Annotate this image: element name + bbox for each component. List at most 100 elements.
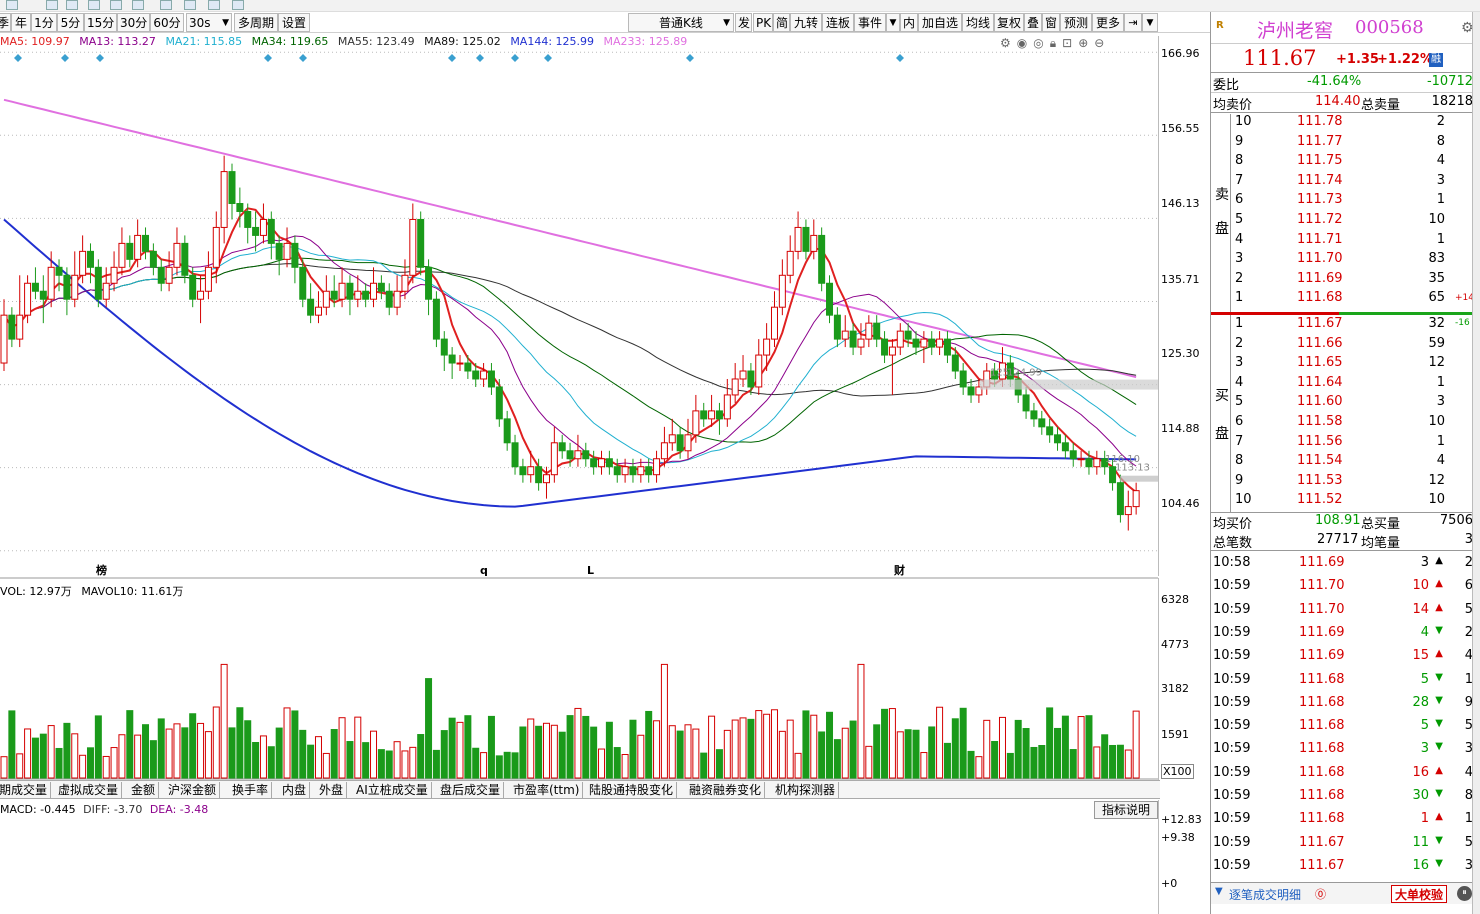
ask-level-row[interactable]: 8 111.75 4 (1233, 153, 1473, 172)
ask-level-row[interactable]: 2 111.69 35 (1233, 271, 1473, 290)
indicator-help-button[interactable]: 指标说明 (1094, 801, 1158, 819)
ask-level-row[interactable]: 9 111.77 8 (1233, 134, 1473, 153)
tb-60min[interactable]: 60分 (150, 13, 184, 32)
tb-jiuzhuan[interactable]: 九转 (790, 13, 822, 32)
tb-lianban[interactable]: 连板 (822, 13, 854, 32)
tb-pk[interactable]: PK (753, 13, 773, 32)
table-icon[interactable] (160, 0, 172, 10)
tb-settings[interactable]: 设置 (278, 13, 310, 32)
tab-indicator[interactable]: 期成交量 (0, 782, 52, 798)
bid-level-row[interactable]: 9 111.53 12 (1233, 473, 1473, 492)
pause-icon[interactable]: ⏸ (1457, 886, 1472, 901)
level-volume: 4 (1436, 153, 1445, 169)
tab-indicator[interactable]: 虚拟成交量 (55, 782, 123, 798)
kline-chart[interactable]: 125.124.99116.10113.13榜 q L 财 (0, 36, 1158, 780)
bid-level-row[interactable]: 6 111.58 10 (1233, 414, 1473, 433)
tb-season[interactable]: 季 (0, 13, 11, 32)
r-icon[interactable] (66, 0, 78, 10)
tb-expand-icon[interactable]: ⇥ (1124, 13, 1142, 32)
tb-collapse-dropdown[interactable]: ▼ (1142, 13, 1158, 32)
tb-5min[interactable]: 5分 (57, 13, 84, 32)
ask-level-row[interactable]: 4 111.71 1 (1233, 232, 1473, 251)
bid-level-row[interactable]: 7 111.56 1 (1233, 434, 1473, 453)
tb-jian[interactable]: 简 (773, 13, 790, 32)
tab-indicator[interactable]: 内盘 (279, 782, 311, 798)
tb-fa[interactable]: 发 (735, 13, 752, 32)
tb-event-dropdown[interactable]: ▼ (886, 13, 900, 32)
volume-bar (39, 733, 47, 779)
bid-level-row[interactable]: 1 111.67 32 (1233, 316, 1473, 335)
tb-add-watch[interactable]: 加自选 (918, 13, 962, 32)
ask-level-row[interactable]: 6 111.73 1 (1233, 192, 1473, 211)
tab-indicator[interactable]: 外盘 (316, 782, 348, 798)
tb-fuquan[interactable]: 复权 (994, 13, 1024, 32)
ask-level-row[interactable]: 5 111.72 10 (1233, 212, 1473, 231)
app-icon[interactable] (6, 0, 18, 10)
image-icon[interactable] (110, 0, 122, 10)
volume-bar (165, 728, 173, 779)
tb-ma[interactable]: 均线 (962, 13, 994, 32)
predict-icon[interactable] (232, 0, 244, 10)
tab-indicator[interactable]: 融资融券变化 (686, 782, 766, 798)
detail-link[interactable]: 逐笔成交明细 (1229, 886, 1301, 903)
volume-bar (220, 663, 228, 779)
ask-level-row[interactable]: 3 111.70 83 (1233, 251, 1473, 270)
tb-more[interactable]: 更多 (1092, 13, 1124, 32)
ask-level-row[interactable]: 10 111.78 2 (1233, 114, 1473, 133)
level-volume: 10 (1428, 492, 1445, 508)
grid-icon[interactable] (88, 0, 100, 10)
level-num: 6 (1235, 192, 1244, 208)
refresh-icon[interactable] (46, 0, 58, 10)
bid-level-row[interactable]: 2 111.66 59 (1233, 336, 1473, 355)
volume-bar (1006, 752, 1014, 779)
bid-level-row[interactable]: 5 111.60 3 (1233, 394, 1473, 413)
ask-level-row[interactable]: 7 111.74 3 (1233, 173, 1473, 192)
bid-level-row[interactable]: 4 111.64 1 (1233, 375, 1473, 394)
arrow-up-icon: ▲ (1435, 578, 1443, 590)
tab-indicator[interactable]: 换手率 (229, 782, 273, 798)
volume-axis: 6328 4773 3182 1591 X100 (1158, 578, 1210, 780)
tb-window[interactable]: 窗 (1042, 13, 1060, 32)
tb-1min[interactable]: 1分 (31, 13, 57, 32)
right-edge-scrollbar[interactable] (1472, 12, 1480, 914)
volume-bar (448, 717, 456, 779)
level-num: 6 (1235, 414, 1244, 429)
tb-kline-type[interactable]: 普通K线 ▼ (628, 13, 734, 32)
volume-bar (951, 718, 959, 779)
vol-unit: X100 (1161, 764, 1194, 779)
monitor-icon[interactable] (184, 0, 196, 10)
volume-bar (904, 729, 912, 779)
level-num: 2 (1235, 335, 1244, 351)
tab-indicator[interactable]: 市盈率(ttm) (510, 782, 584, 798)
tab-indicator[interactable]: 盘后成交量 (437, 782, 505, 798)
tb-year[interactable]: 年 (11, 13, 31, 32)
tab-indicator[interactable]: 陆股通持股变化 (586, 782, 678, 798)
tb-predict[interactable]: 预测 (1060, 13, 1092, 32)
cube-icon[interactable] (132, 0, 144, 10)
candle-body (149, 250, 157, 268)
tab-indicator[interactable]: AI立桩成交量 (353, 782, 432, 798)
candle-body (826, 282, 834, 316)
tb-multi-period[interactable]: 多周期 (234, 13, 278, 32)
tab-indicator[interactable]: 机构探测器 (772, 782, 840, 798)
tb-nei[interactable]: 内 (900, 13, 918, 32)
bid-level-row[interactable]: 8 111.54 4 (1233, 453, 1473, 472)
bid-level-row[interactable]: 3 111.65 12 (1233, 355, 1473, 374)
bid-level-row[interactable]: 10 111.52 10 (1233, 492, 1473, 511)
tb-event[interactable]: 事件 (854, 13, 886, 32)
ask-level-row[interactable]: 1 111.68 65 (1233, 290, 1473, 309)
big-order-button[interactable]: 大单校验 (1391, 885, 1448, 903)
tb-15min[interactable]: 15分 (84, 13, 117, 32)
tab-indicator[interactable]: 沪深金额 (165, 782, 221, 798)
calc-icon[interactable] (208, 0, 220, 10)
trade-row: 10:59 111.68 30 ▼ 8 (1211, 788, 1473, 807)
tab-indicator[interactable]: 金额 (128, 782, 160, 798)
sell-side-label: 卖 盘 (1211, 114, 1231, 312)
tb-30min[interactable]: 30分 (117, 13, 150, 32)
tb-30s-select[interactable]: 30s ▼ (186, 13, 232, 32)
tb-overlay[interactable]: 叠 (1024, 13, 1042, 32)
stock-code: 000568 (1355, 17, 1424, 38)
volume-bar (865, 745, 873, 779)
candle-body (16, 314, 24, 340)
volume-bar (818, 731, 826, 779)
